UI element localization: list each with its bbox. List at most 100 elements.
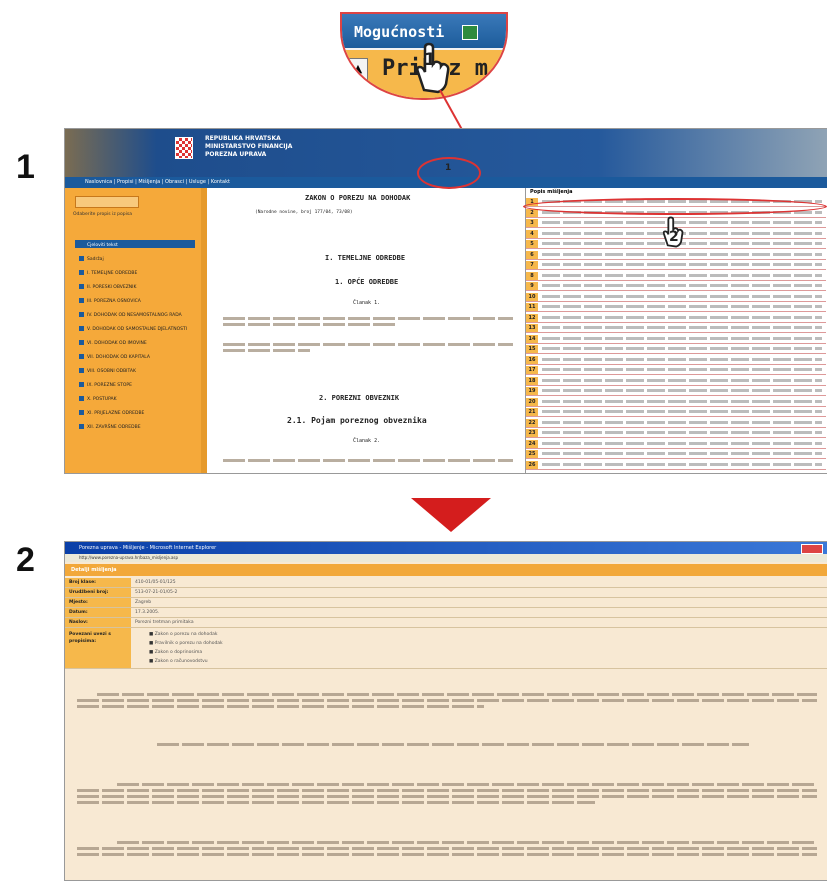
opinion-row[interactable]: 15 [526,345,826,354]
zoom-highlight-ring [417,157,481,189]
link-label: Zakon o doprinosima [154,650,203,655]
chapter-icon [79,382,84,387]
sidebar-item[interactable]: XII. ZAVRŠNE ODREDBE [79,424,141,430]
opinion-title-text [542,305,822,308]
field-label: Naslov: [65,618,131,627]
screenshot-opinion-detail: Porezna uprava - Mišljenje - Microsoft I… [64,541,827,881]
opinion-row[interactable]: 20 [526,397,826,407]
related-regulation-link[interactable]: ■ Pravilnik o porezu na dohodak [149,641,223,646]
sidebar-toolbar[interactable] [75,196,139,208]
opinion-number: 16 [526,355,538,364]
opinion-title-text [542,431,822,434]
chapter-heading: I. TEMELJNE ODREDBE [325,254,406,262]
sidebar-item[interactable]: VII. DOHODAK OD KAPITALA [79,354,150,360]
opinion-row[interactable]: 6 [526,250,826,260]
opinion-number: 10 [526,292,538,301]
opinion-number: 20 [526,397,538,406]
opinion-row[interactable]: 12 [526,313,826,323]
opinion-number: 21 [526,408,538,416]
opinion-row[interactable]: 17 [526,366,826,375]
left-sidebar: Odaberite propis iz popisa Cjeloviti tek… [65,188,207,473]
opinion-row[interactable]: 23 [526,429,826,438]
opinion-title-text [542,357,822,361]
step-badge-click: 2 [669,229,679,245]
chapter-icon [79,424,84,429]
sidebar-scrollbar[interactable] [201,188,207,473]
link-label: Zakon o računovodstvu [154,659,208,664]
field-label: Urudžbeni broj: [65,588,131,597]
opinion-highlight-ring [523,198,827,215]
sidebar-item[interactable]: III. POREZNA OSNOVICA [79,298,141,304]
screenshot-regulation-viewer: REPUBLIKA HRVATSKA MINISTARSTVO FINANCIJ… [64,128,827,474]
sidebar-item-label: IV. DOHODAK OD NESAMOSTALNOG RADA [87,313,182,318]
opinion-row[interactable]: 26 [526,460,826,470]
opinion-row[interactable]: 11 [526,303,826,312]
opinion-paragraph [77,838,817,859]
opinion-title-text [542,452,822,455]
field-value: 410-01/05-01/125 [135,580,176,585]
close-window-icon[interactable] [801,544,823,554]
related-regulation-link[interactable]: ■ Zakon o računovodstvu [149,659,208,664]
opinion-number: 19 [526,387,538,395]
opinion-number: 17 [526,366,538,374]
opinions-header: Popis mišljenja [526,188,826,197]
opinion-row[interactable]: 24 [526,439,826,449]
opinion-row[interactable]: 9 [526,282,826,291]
sidebar-item[interactable]: I. TEMELJNE ODREDBE [79,270,137,276]
opinion-title-text [542,399,822,403]
detail-field-row: Mjesto: Zagreb [65,598,827,608]
address-bar[interactable]: http://www.porezna-uprava.hr/baza_mislje… [65,554,827,562]
sidebar-item[interactable]: IX. POREZNE STOPE [79,382,132,388]
opinion-number: 4 [526,229,538,238]
options-menu-label[interactable]: Mogućnosti [354,23,444,41]
chapter-icon [79,410,84,415]
sidebar-item[interactable]: IV. DOHODAK OD NESAMOSTALNOG RADA [79,312,182,318]
opinion-number: 7 [526,261,538,269]
sidebar-item[interactable]: Cjeloviti tekst [79,242,118,248]
opinion-title-text [542,368,822,371]
opinion-row[interactable]: 16 [526,355,826,365]
detail-field-row: Naslov: Porezni tretman primitaka [65,618,827,628]
sidebar-item[interactable]: VI. DOHODAK OD IMOVINE [79,340,147,346]
scroll-up-icon[interactable]: ▲ [348,58,368,80]
field-value: 513-07-21-01/05-2 [135,590,178,595]
related-regulation-link[interactable]: ■ Zakon o porezu na dohodak [149,632,217,637]
opinion-number: 5 [526,240,538,248]
sidebar-item-label: VI. DOHODAK OD IMOVINE [87,341,147,346]
chapter-icon [79,340,84,345]
opinion-row[interactable]: 13 [526,324,826,333]
sidebar-item[interactable]: V. DOHODAK OD SAMOSTALNE DJELATNOSTI [79,326,187,332]
sidebar-item[interactable]: XI. PRIJELAZNE ODREDBE [79,410,144,416]
sidebar-item[interactable]: II. PORESKI OBVEZNIK [79,284,136,290]
related-regulation-link[interactable]: ■ Zakon o doprinosima [149,650,202,655]
chapter-icon [79,242,84,247]
opinion-row[interactable]: 7 [526,261,826,270]
sidebar-item[interactable]: VIII. OSOBNI ODBITAK [79,368,136,374]
opinion-title-text [542,389,822,392]
sidebar-item[interactable]: X. POSTUPAK [79,396,117,402]
down-arrow-icon [411,498,491,532]
opinion-number: 11 [526,303,538,311]
article-text [223,314,513,329]
opinion-row[interactable]: 8 [526,271,826,281]
opinion-row[interactable]: 22 [526,418,826,428]
link-label: Zakon o porezu na dohodak [154,632,218,637]
opinion-row[interactable]: 14 [526,334,826,344]
opinion-row[interactable]: 18 [526,376,826,386]
document-title: ZAKON O POREZU NA DOHODAK [305,194,411,202]
step-number-2: 2 [16,541,35,579]
opinion-number: 13 [526,324,538,332]
opinion-title-text [542,420,822,424]
opinion-row[interactable]: 19 [526,387,826,396]
menu-button-icon[interactable] [462,25,478,40]
opinion-title-text [542,294,822,298]
sidebar-item[interactable]: Sadržaj [79,256,104,262]
article-heading: Članak 1. [353,300,381,306]
opinion-row[interactable]: 21 [526,408,826,417]
opinion-title-text [542,441,822,445]
zoom-callout: Mogućnosti ▲ Prikaz m 1 [340,12,508,100]
opinion-row[interactable]: 10 [526,292,826,302]
opinion-paragraph [77,780,817,807]
opinion-title-text [542,378,822,382]
opinion-row[interactable]: 25 [526,450,826,459]
